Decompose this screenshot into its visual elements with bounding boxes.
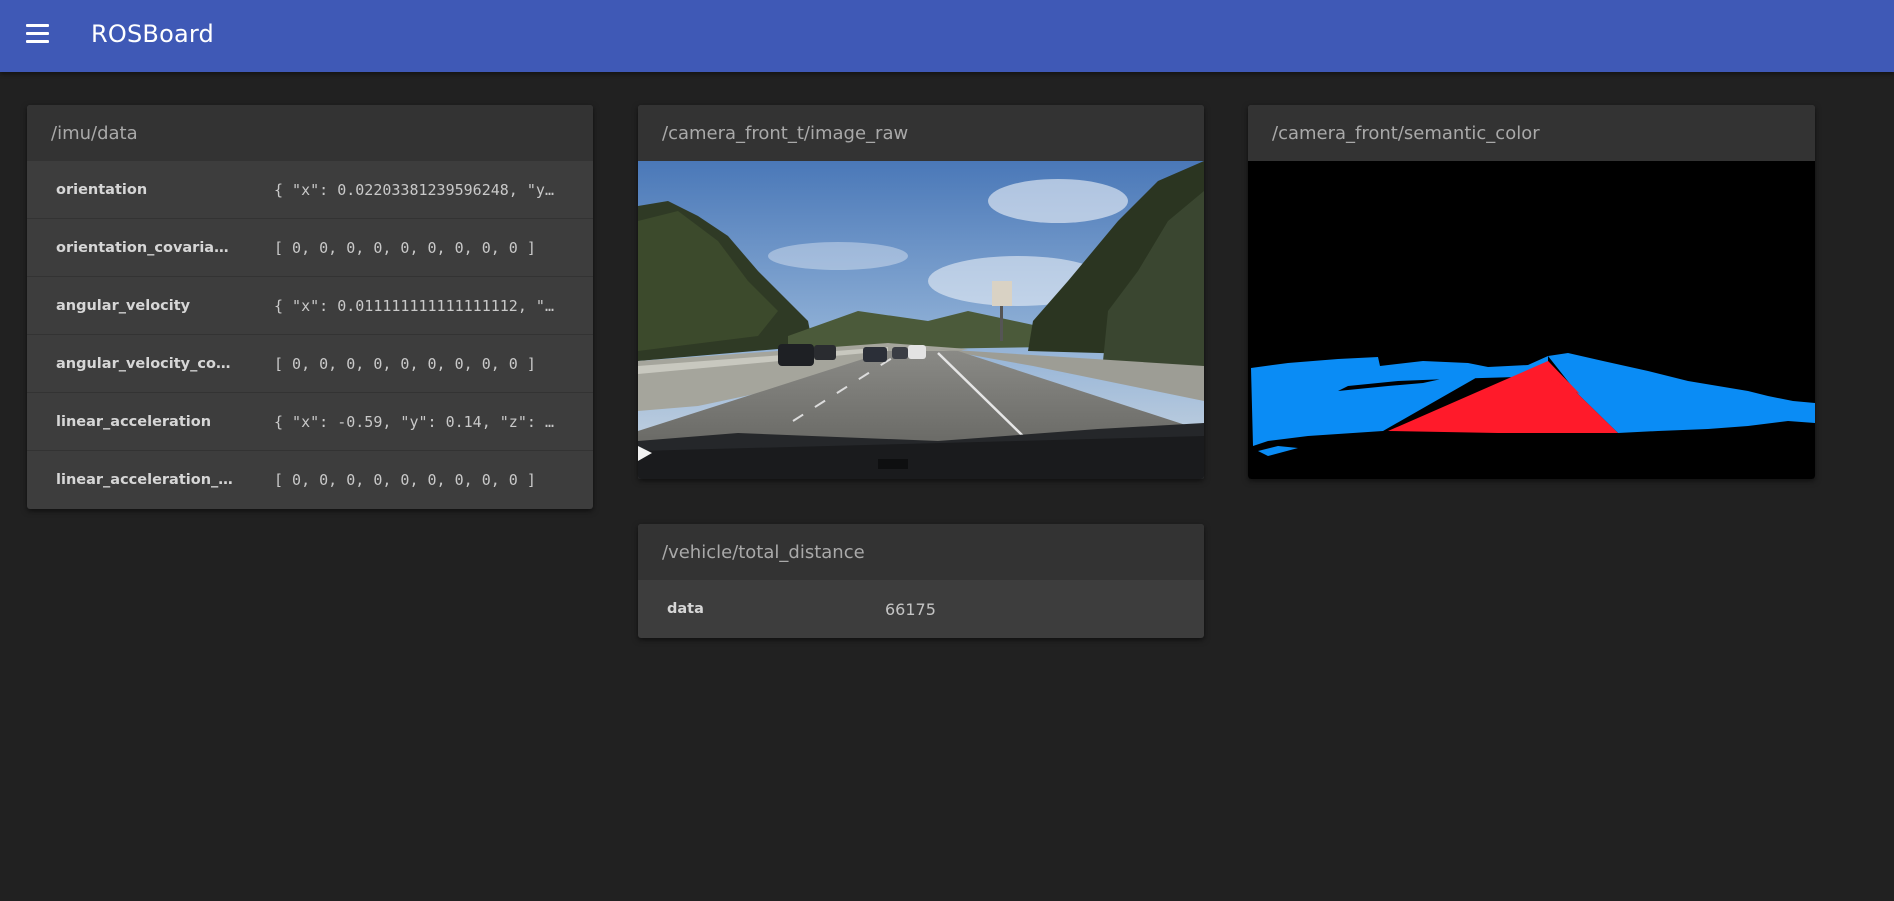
table-row: angular_velocity_covariance [ 0, 0, 0, 0… [27, 335, 593, 393]
card-title: /camera_front/semantic_color [1248, 105, 1815, 161]
field-name: angular_velocity_covariance [56, 355, 236, 372]
field-value: [ 0, 0, 0, 0, 0, 0, 0, 0, 0 ] [274, 238, 536, 257]
app-title: ROSBoard [91, 20, 214, 48]
table-row: orientation { "x": 0.02203381239596248, … [27, 161, 593, 219]
table-row: data 66175 [638, 580, 1204, 638]
table-row: angular_velocity { "x": 0.01111111111111… [27, 277, 593, 335]
field-value: [ 0, 0, 0, 0, 0, 0, 0, 0, 0 ] [274, 471, 536, 489]
field-name: angular_velocity [56, 297, 191, 314]
imu-data-card: /imu/data orientation { "x": 0.022033812… [27, 105, 593, 509]
semantic-image [1248, 161, 1815, 479]
card-title: /camera_front_t/image_raw [638, 105, 1204, 161]
field-value: { "x": -0.59, "y": 0.14, "z": 9.8 } [274, 412, 557, 431]
camera-image [638, 161, 1204, 479]
field-value: { "x": 0.011111111111111112, "y": 0.0, "… [274, 296, 557, 315]
total-distance-card: /vehicle/total_distance data 66175 [638, 524, 1204, 638]
hamburger-menu-icon[interactable] [26, 24, 50, 44]
field-name: linear_acceleration_covariance [56, 472, 236, 488]
imu-field-list: orientation { "x": 0.02203381239596248, … [27, 161, 593, 509]
field-name: data [667, 601, 704, 617]
field-name: orientation_covariance [56, 239, 236, 256]
top-app-bar: ROSBoard [0, 0, 1894, 72]
field-value: { "x": 0.02203381239596248, "y": 0.0, "z… [274, 180, 557, 199]
field-value: 66175 [885, 599, 936, 619]
card-title: /imu/data [27, 105, 593, 161]
field-value: [ 0, 0, 0, 0, 0, 0, 0, 0, 0 ] [274, 354, 536, 373]
field-name: linear_acceleration [56, 413, 212, 430]
camera-semantic-card: /camera_front/semantic_color [1248, 105, 1815, 479]
table-row: orientation_covariance [ 0, 0, 0, 0, 0, … [27, 219, 593, 277]
card-title: /vehicle/total_distance [638, 524, 1204, 580]
table-row: linear_acceleration_covariance [ 0, 0, 0… [27, 451, 593, 509]
camera-raw-card: /camera_front_t/image_raw [638, 105, 1204, 479]
table-row: linear_acceleration { "x": -0.59, "y": 0… [27, 393, 593, 451]
field-name: orientation [56, 181, 148, 198]
